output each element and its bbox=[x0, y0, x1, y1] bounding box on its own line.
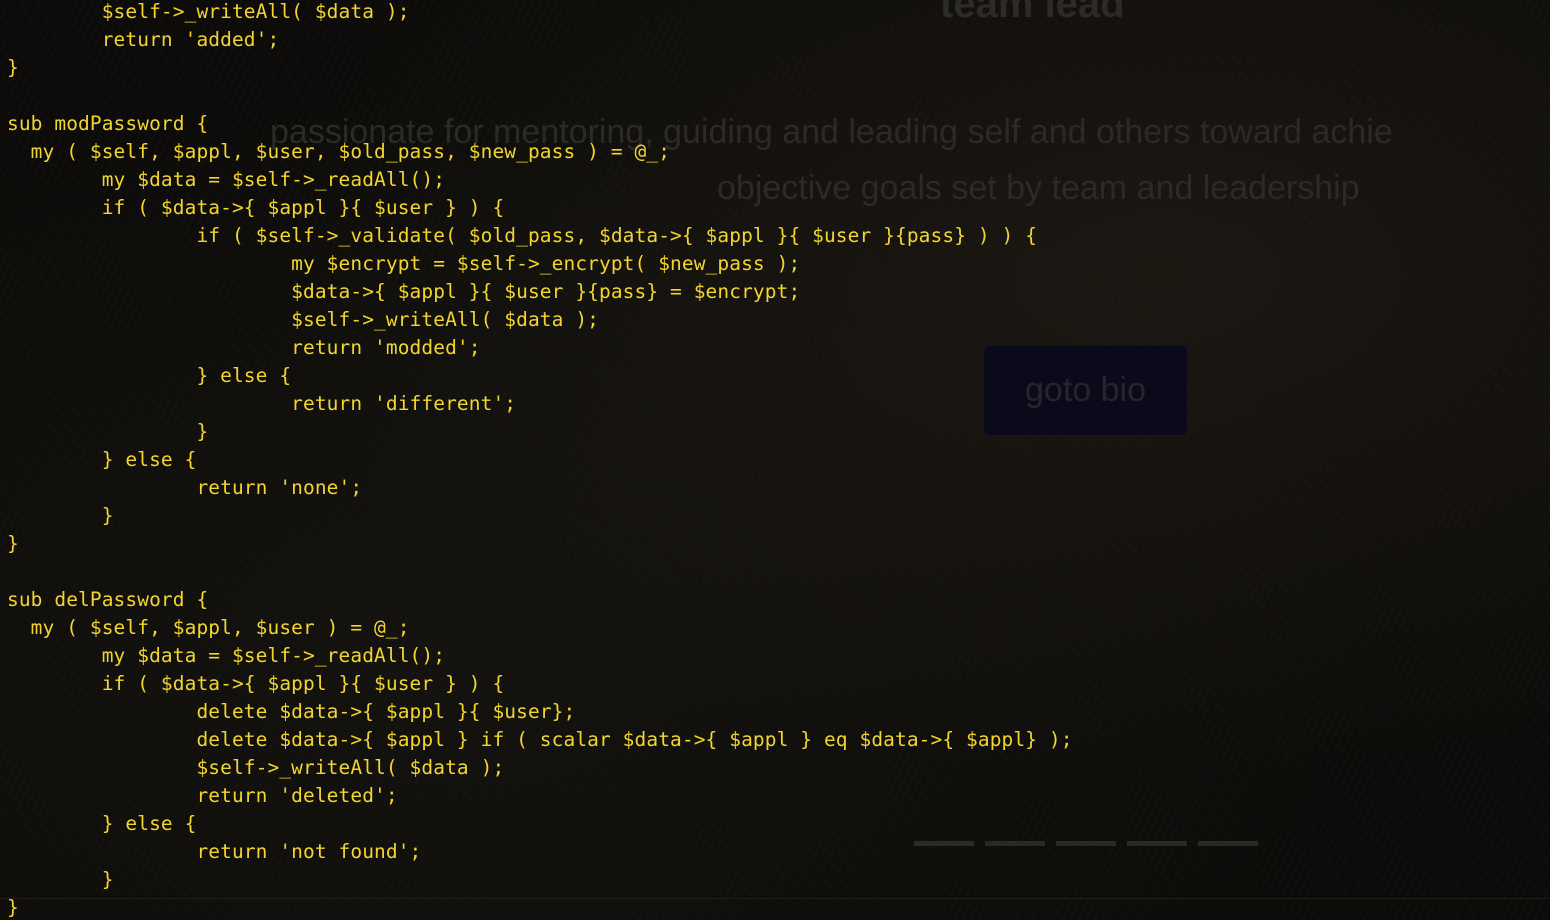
code-line: if ( $data->{ $appl }{ $user } ) { bbox=[7, 196, 505, 219]
code-line: return 'none'; bbox=[7, 476, 363, 499]
code-line: delete $data->{ $appl } if ( scalar $dat… bbox=[7, 728, 1073, 751]
code-line: $self->_writeAll( $data ); bbox=[7, 0, 410, 23]
carousel-dot[interactable] bbox=[1198, 841, 1258, 846]
code-line: } else { bbox=[7, 812, 197, 835]
code-line: } bbox=[7, 896, 19, 919]
carousel-dot[interactable] bbox=[1127, 841, 1187, 846]
code-line: my $data = $self->_readAll(); bbox=[7, 168, 446, 191]
code-line: $data->{ $appl }{ $user }{pass} = $encry… bbox=[7, 280, 801, 303]
code-line: delete $data->{ $appl }{ $user}; bbox=[7, 700, 576, 723]
code-line: } bbox=[7, 420, 209, 443]
code-line: } bbox=[7, 504, 114, 527]
code-line: return 'deleted'; bbox=[7, 784, 398, 807]
code-line: } bbox=[7, 532, 19, 555]
code-line: sub delPassword { bbox=[7, 588, 209, 611]
code-line: my ( $self, $appl, $user ) = @_; bbox=[7, 616, 410, 639]
code-line: $self->_writeAll( $data ); bbox=[7, 308, 599, 331]
code-line: my $data = $self->_readAll(); bbox=[7, 644, 446, 667]
code-line: if ( $self->_validate( $old_pass, $data-… bbox=[7, 224, 1038, 247]
code-line: } bbox=[7, 56, 19, 79]
code-line: } bbox=[7, 868, 114, 891]
code-line: if ( $data->{ $appl }{ $user } ) { bbox=[7, 672, 505, 695]
code-line: return 'modded'; bbox=[7, 336, 481, 359]
code-line: return 'not found'; bbox=[7, 840, 422, 863]
code-line: } else { bbox=[7, 448, 197, 471]
code-line: $self->_writeAll( $data ); bbox=[7, 756, 505, 779]
terminal-code-output: $self->_writeAll( $data ); return 'added… bbox=[7, 0, 1073, 920]
code-line: return 'added'; bbox=[7, 28, 280, 51]
code-line: sub modPassword { bbox=[7, 112, 209, 135]
code-line: } else { bbox=[7, 364, 292, 387]
code-line: my ( $self, $appl, $user, $old_pass, $ne… bbox=[7, 140, 671, 163]
code-line: return 'different'; bbox=[7, 392, 517, 415]
code-line: my $encrypt = $self->_encrypt( $new_pass… bbox=[7, 252, 801, 275]
